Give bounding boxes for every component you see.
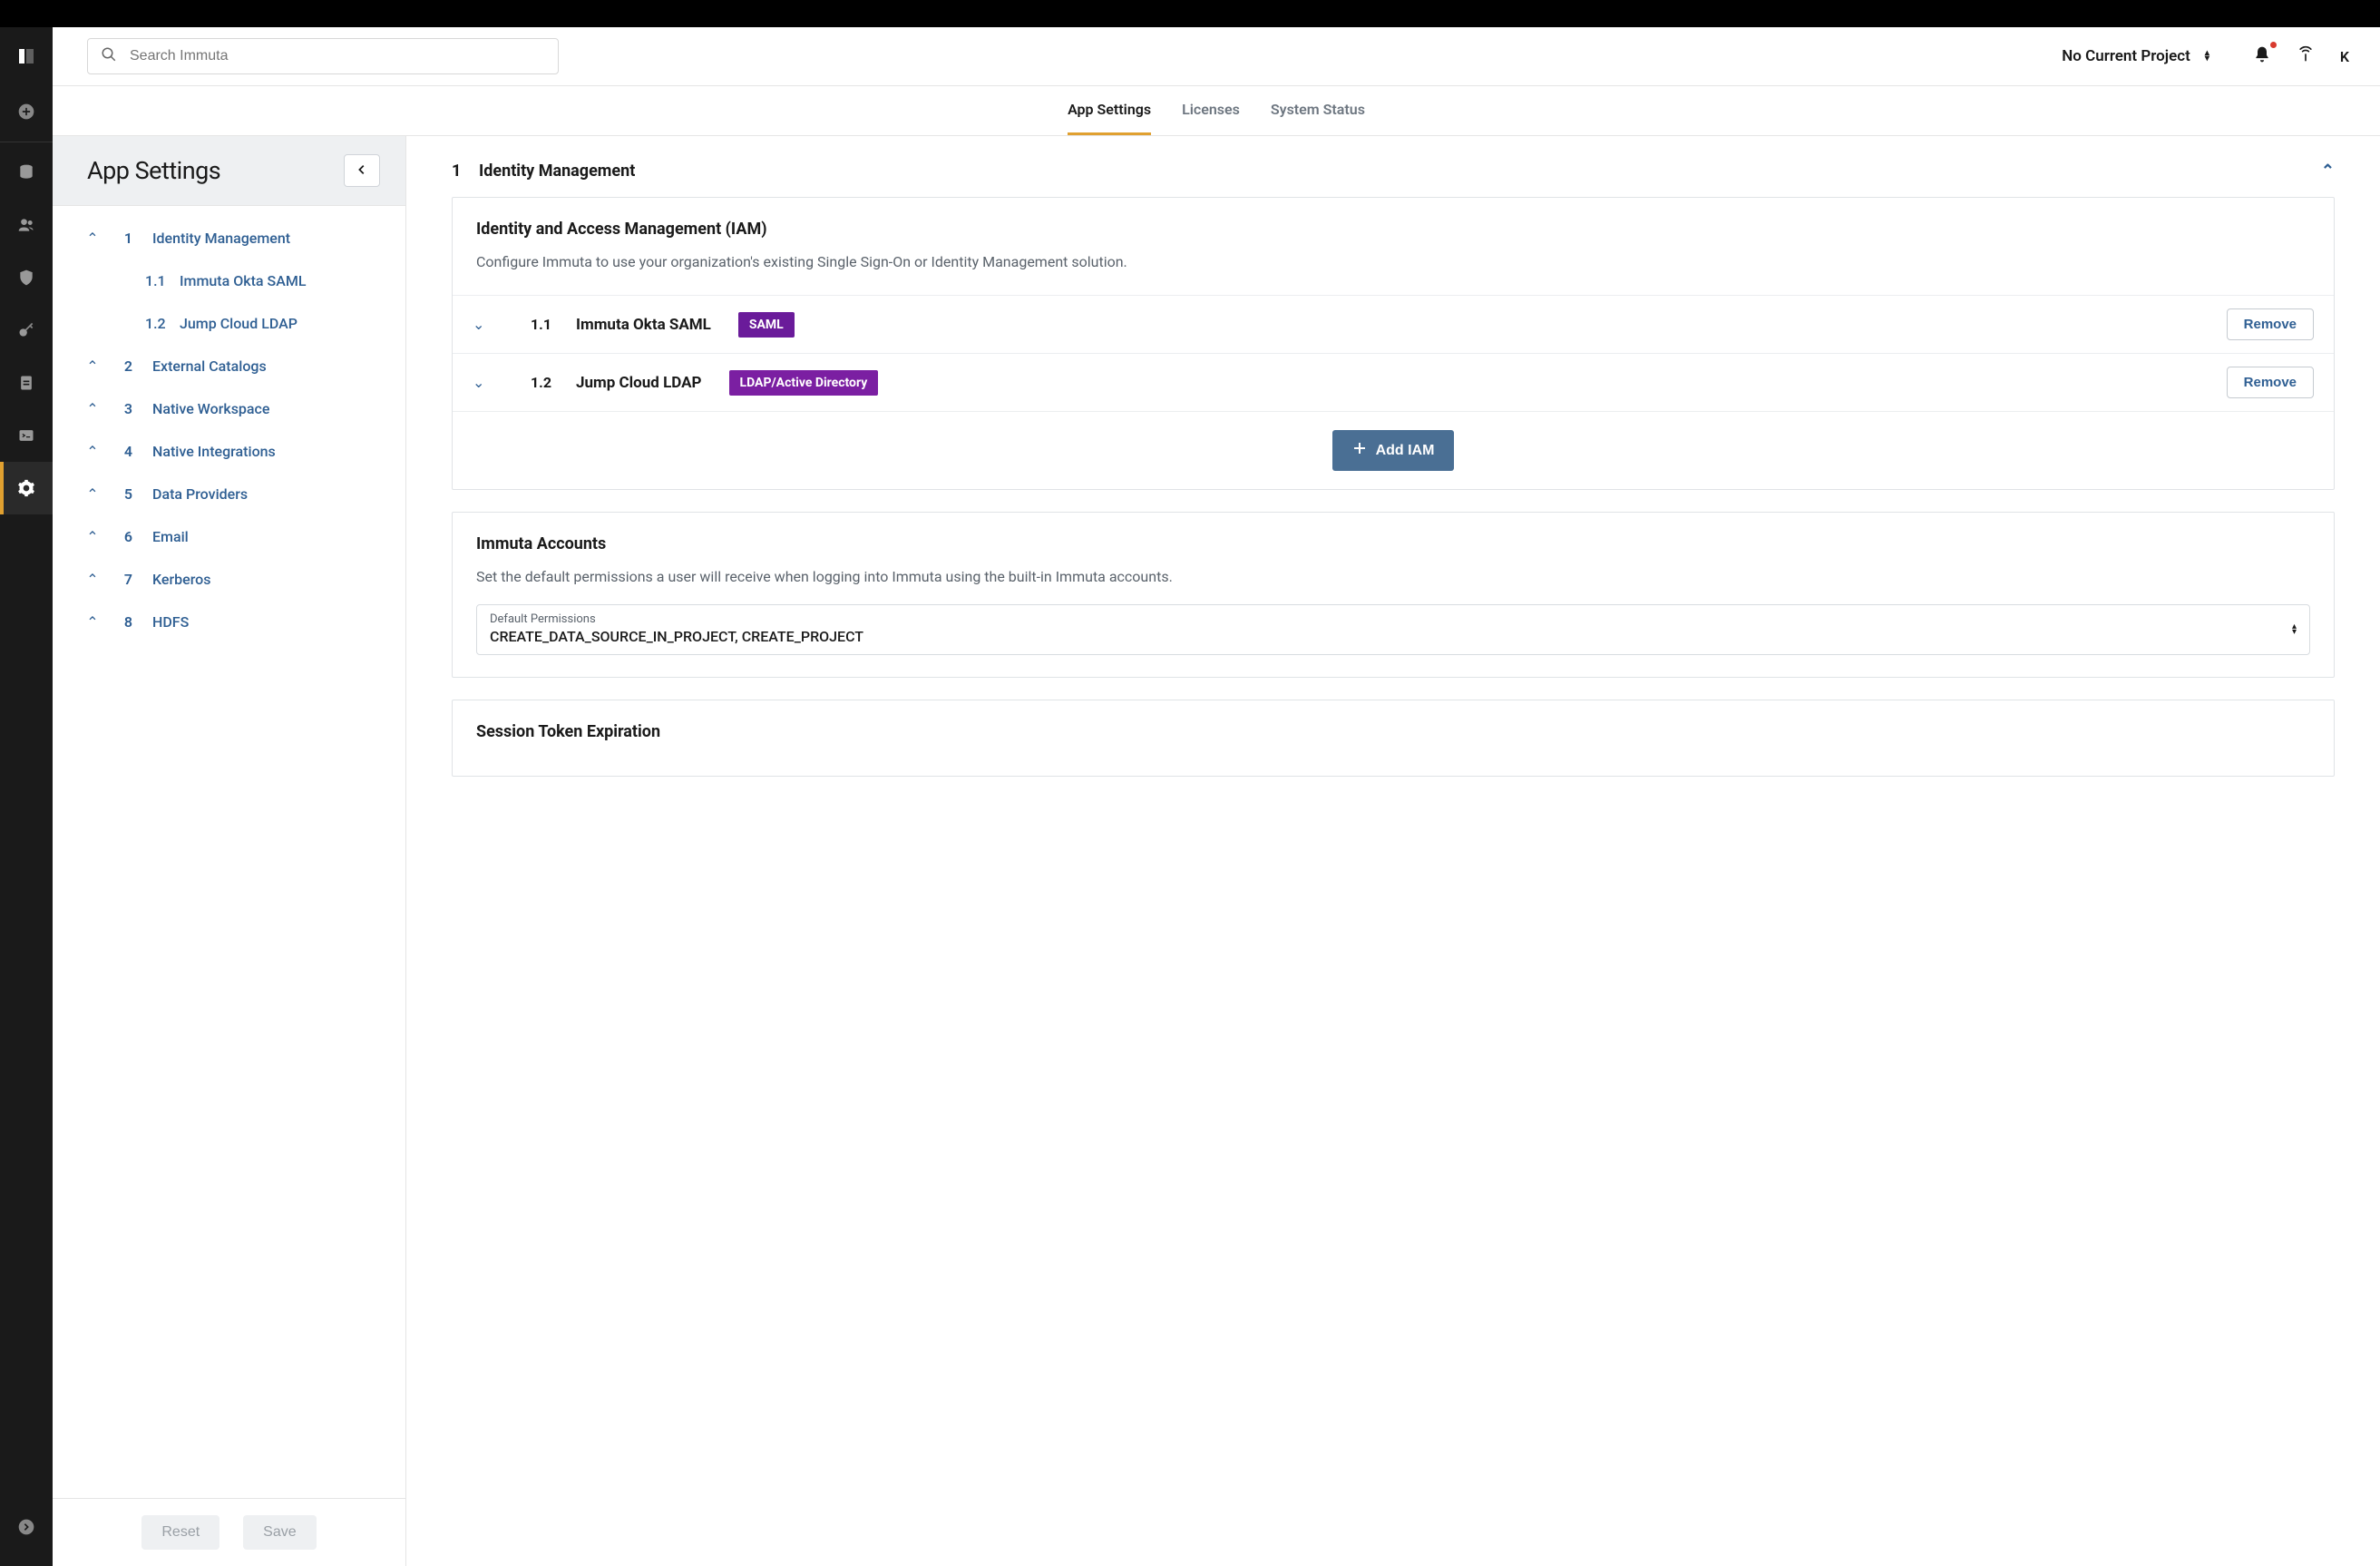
iam-row-name: Jump Cloud LDAP [576, 374, 702, 392]
iam-card: Identity and Access Management (IAM) Con… [452, 197, 2335, 490]
iam-badge: SAML [738, 312, 795, 338]
tab-app-settings[interactable]: App Settings [1068, 86, 1151, 135]
chevron-up-icon: ⌃ [85, 485, 100, 503]
rail-database[interactable] [0, 146, 53, 199]
save-button[interactable]: Save [243, 1515, 316, 1550]
section-header-identity[interactable]: 1 Identity Management ⌃ [452, 161, 2335, 181]
tab-licenses[interactable]: Licenses [1182, 86, 1240, 135]
project-switcher[interactable]: No Current Project ▴▾ [2062, 47, 2209, 65]
iam-row-num: 1.2 [531, 374, 558, 391]
nav-kerberos[interactable]: ⌃ 7 Kerberos [53, 558, 405, 601]
chevron-up-icon: ⌃ [2321, 161, 2335, 181]
session-title: Session Token Expiration [476, 722, 2310, 741]
reset-button[interactable]: Reset [141, 1515, 219, 1550]
chevron-up-icon: ⌃ [85, 357, 100, 375]
chevron-up-icon: ⌃ [85, 613, 100, 631]
rail-terminal[interactable] [0, 409, 53, 462]
settings-tabs: App Settings Licenses System Status [53, 86, 2380, 136]
settings-sidenav: App Settings ⌃ 1 Identity Management 1.1… [53, 136, 406, 1566]
nav-data-providers[interactable]: ⌃ 5 Data Providers [53, 473, 405, 515]
tab-system-status[interactable]: System Status [1271, 86, 1365, 135]
chevron-up-icon: ⌃ [85, 230, 100, 247]
select-value: CREATE_DATA_SOURCE_IN_PROJECT, CREATE_PR… [490, 628, 863, 645]
nav-native-workspace[interactable]: ⌃ 3 Native Workspace [53, 387, 405, 430]
unfold-icon: ▴▾ [2292, 624, 2297, 635]
nav-sub-label: Jump Cloud LDAP [180, 315, 298, 332]
search-icon [101, 46, 117, 66]
iam-row-jumpcloud[interactable]: ⌄ 1.2 Jump Cloud LDAP LDAP/Active Direct… [453, 353, 2334, 411]
rail-add[interactable] [0, 85, 53, 138]
iam-row-name: Immuta Okta SAML [576, 316, 711, 334]
nav-hdfs[interactable]: ⌃ 8 HDFS [53, 601, 405, 643]
iam-card-desc: Configure Immuta to use your organizatio… [476, 251, 2310, 273]
search-box[interactable] [87, 38, 559, 74]
rail-note[interactable] [0, 357, 53, 409]
section-num: 1 [452, 161, 466, 181]
search-input[interactable] [130, 48, 545, 64]
connection-icon[interactable] [2297, 45, 2315, 67]
nav-email[interactable]: ⌃ 6 Email [53, 515, 405, 558]
iam-card-title: Identity and Access Management (IAM) [476, 220, 2310, 239]
rail-shield[interactable] [0, 251, 53, 304]
plus-icon [1352, 441, 1367, 460]
project-label: No Current Project [2062, 47, 2190, 65]
nav-sub-label: Immuta Okta SAML [180, 272, 306, 289]
chevron-left-icon [356, 162, 368, 180]
chevron-up-icon: ⌃ [85, 400, 100, 417]
sidenav-title: App Settings [87, 156, 220, 185]
select-label: Default Permissions [490, 612, 2297, 626]
notifications-button[interactable] [2253, 45, 2271, 67]
collapse-sidenav-button[interactable] [344, 154, 380, 187]
rail-settings[interactable] [0, 462, 53, 514]
section-title: Identity Management [479, 161, 635, 181]
chevron-down-icon: ⌄ [473, 316, 487, 333]
left-nav-rail [0, 27, 53, 1566]
nav-label: Identity Management [152, 230, 290, 247]
bell-icon [2253, 50, 2271, 67]
nav-sub-num: 1.2 [145, 315, 171, 332]
rail-users[interactable] [0, 199, 53, 251]
nav-external-catalogs[interactable]: ⌃ 2 External Catalogs [53, 345, 405, 387]
settings-content: 1 Identity Management ⌃ Identity and Acc… [406, 136, 2380, 1566]
nav-num: 1 [120, 230, 132, 247]
add-iam-button[interactable]: Add IAM [1332, 430, 1455, 471]
accounts-desc: Set the default permissions a user will … [476, 566, 2310, 588]
remove-iam-button[interactable]: Remove [2227, 308, 2314, 340]
nav-sub-num: 1.1 [145, 272, 171, 289]
user-avatar[interactable]: K [2340, 48, 2349, 65]
chevron-down-icon: ⌄ [473, 374, 487, 391]
session-card: Session Token Expiration [452, 700, 2335, 777]
nav-sub-okta-saml[interactable]: 1.1 Immuta Okta SAML [53, 259, 405, 302]
accounts-title: Immuta Accounts [476, 534, 2310, 553]
app-logo [17, 47, 35, 65]
nav-sub-jumpcloud-ldap[interactable]: 1.2 Jump Cloud LDAP [53, 302, 405, 345]
unfold-icon: ▴▾ [2205, 51, 2209, 62]
notification-dot [2270, 42, 2277, 48]
remove-iam-button[interactable]: Remove [2227, 367, 2314, 398]
add-iam-label: Add IAM [1376, 443, 1435, 459]
iam-badge: LDAP/Active Directory [729, 370, 879, 396]
accounts-card: Immuta Accounts Set the default permissi… [452, 512, 2335, 678]
rail-expand[interactable] [0, 1501, 53, 1553]
top-bar: No Current Project ▴▾ K [53, 27, 2380, 86]
chevron-up-icon: ⌃ [85, 571, 100, 588]
iam-row-okta[interactable]: ⌄ 1.1 Immuta Okta SAML SAML Remove [453, 295, 2334, 353]
rail-key[interactable] [0, 304, 53, 357]
chevron-up-icon: ⌃ [85, 528, 100, 545]
iam-row-num: 1.1 [531, 316, 558, 333]
chevron-up-icon: ⌃ [85, 443, 100, 460]
nav-native-integrations[interactable]: ⌃ 4 Native Integrations [53, 430, 405, 473]
nav-identity-management[interactable]: ⌃ 1 Identity Management [53, 217, 405, 259]
default-permissions-select[interactable]: Default Permissions CREATE_DATA_SOURCE_I… [476, 604, 2310, 655]
